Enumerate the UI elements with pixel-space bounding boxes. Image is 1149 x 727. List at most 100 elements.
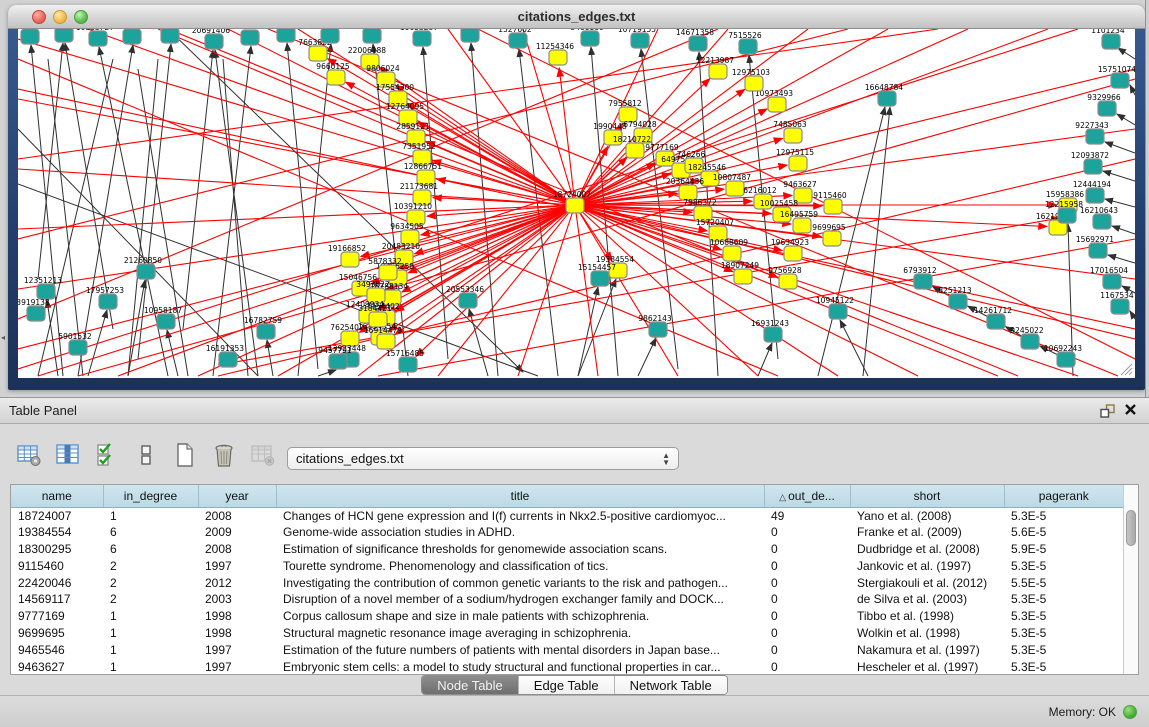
node[interactable]: 10692243 [1044, 344, 1082, 367]
table-cell[interactable]: 1 [103, 608, 198, 625]
selected-node[interactable]: 12975103 [732, 68, 770, 91]
table-cell[interactable]: 2009 [198, 524, 276, 541]
node[interactable]: 5901532 [58, 332, 92, 355]
table-cell[interactable]: 9465546 [11, 641, 103, 658]
delete-table-icon[interactable] [209, 441, 239, 469]
table-cell[interactable]: 2008 [198, 507, 276, 524]
table-cell[interactable]: 2 [103, 591, 198, 608]
table-row[interactable]: 946362711997Embryonic stem cells: a mode… [11, 658, 1123, 675]
selected-node[interactable]: 7955812 [608, 99, 642, 122]
table-scrollbar-thumb[interactable] [1126, 510, 1136, 546]
table-cell[interactable]: Estimation of significance thresholds fo… [276, 541, 764, 558]
table-cell[interactable]: 1 [103, 658, 198, 675]
node[interactable]: 12213907 [42, 29, 80, 42]
column-header-year[interactable]: year [198, 485, 276, 507]
table-row[interactable]: 911546021997Tourette syndrome. Phenomeno… [11, 557, 1123, 574]
selected-node[interactable]: 9115460 [813, 191, 847, 214]
selected-node[interactable]: 19166852 [328, 244, 366, 267]
table-cell[interactable]: 0 [764, 541, 850, 558]
column-header-title[interactable]: title [276, 485, 764, 507]
tab-node-table[interactable]: Node Table [422, 676, 519, 694]
hidden-panel-arrow-icon[interactable]: ◂ [1, 333, 5, 342]
node[interactable]: 15692971 [1076, 235, 1114, 258]
table-cell[interactable]: 1997 [198, 658, 276, 675]
node[interactable]: 19565834 [448, 29, 486, 42]
table-cell[interactable]: 5.6E-5 [1004, 524, 1123, 541]
edge[interactable] [559, 68, 575, 205]
table-cell[interactable]: 0 [764, 574, 850, 591]
table-cell[interactable]: 1 [103, 625, 198, 642]
tab-network-table[interactable]: Network Table [615, 676, 727, 694]
table-cell[interactable]: 0 [764, 625, 850, 642]
node[interactable]: 2405572 [18, 29, 44, 44]
table-cell[interactable]: Nakamura et al. (1997) [850, 641, 1004, 658]
node[interactable]: 10553727 [76, 29, 114, 46]
node[interactable]: 9245022 [1010, 326, 1044, 349]
table-cell[interactable]: 0 [764, 591, 850, 608]
edge[interactable] [346, 82, 575, 205]
table-cell[interactable]: 5.3E-5 [1004, 641, 1123, 658]
set-visible-columns-icon[interactable] [92, 441, 122, 469]
node[interactable]: 15236791 [264, 29, 302, 42]
table-cell[interactable]: 5.3E-5 [1004, 625, 1123, 642]
table-cell[interactable]: 5.3E-5 [1004, 557, 1123, 574]
node[interactable]: 1527602 [498, 29, 532, 48]
network-window-titlebar[interactable]: citations_edges.txt [8, 5, 1145, 29]
tab-edge-table[interactable]: Edge Table [519, 676, 615, 694]
selected-node[interactable]: 12213987 [696, 56, 734, 79]
node[interactable]: 9329966 [1087, 93, 1121, 116]
table-cell[interactable]: 1998 [198, 625, 276, 642]
table-cell[interactable]: Franke et al. (2009) [850, 524, 1004, 541]
table-cell[interactable]: 19384554 [11, 524, 103, 541]
edge[interactable] [840, 320, 868, 376]
node[interactable]: 9862143 [638, 314, 672, 337]
node[interactable]: 9457791 [318, 346, 352, 369]
table-panel-header[interactable]: Table Panel [0, 398, 1149, 424]
node[interactable]: 8466160 [570, 29, 604, 46]
table-cell[interactable]: 18300295 [11, 541, 103, 558]
node[interactable]: 10958187 [144, 306, 182, 329]
close-panel-icon[interactable] [1124, 403, 1137, 416]
node[interactable]: 6793912 [903, 266, 937, 289]
node[interactable]: 16237364 [110, 29, 148, 44]
edge[interactable] [575, 69, 1135, 205]
node[interactable]: 17957253 [86, 286, 124, 309]
selected-node[interactable]: 9660125 [316, 62, 350, 85]
table-cell[interactable]: 2008 [198, 541, 276, 558]
edge[interactable] [421, 205, 575, 235]
table-cell[interactable]: 18724007 [11, 507, 103, 524]
table-row[interactable]: 977716911998Corpus callosum shape and si… [11, 608, 1123, 625]
node[interactable]: 16210643 [1080, 206, 1118, 229]
edge[interactable] [1117, 114, 1135, 125]
table-cell[interactable]: 0 [764, 641, 850, 658]
table-cell[interactable]: 5.3E-5 [1004, 507, 1123, 524]
edge[interactable] [1130, 85, 1135, 95]
edge[interactable] [575, 205, 758, 376]
node[interactable]: 1167534 [1100, 291, 1134, 314]
table-cell[interactable]: 6 [103, 541, 198, 558]
table-row[interactable]: 1938455462009Genome-wide association stu… [11, 524, 1123, 541]
node[interactable]: 12093872 [1071, 151, 1109, 174]
column-header-in_degree[interactable]: in_degree [103, 485, 198, 507]
edge[interactable] [415, 205, 575, 254]
node[interactable]: 10653287 [400, 29, 438, 46]
table-cell[interactable]: 9699695 [11, 625, 103, 642]
table-cell[interactable]: 9463627 [11, 658, 103, 675]
edge[interactable] [1108, 255, 1135, 263]
table-cell[interactable]: Corpus callosum shape and size in male p… [276, 608, 764, 625]
table-row[interactable]: 2242004622012Investigating the contribut… [11, 574, 1123, 591]
table-selector-dropdown[interactable]: citations_edges.txt ▲▼ [287, 447, 679, 470]
node[interactable]: 16931243 [751, 319, 789, 342]
edge[interactable] [416, 205, 575, 356]
table-row[interactable]: 1872400712008Changes of HCN gene express… [11, 507, 1123, 524]
network-canvas[interactable]: 1872400722006188980602417554300127640952… [18, 29, 1135, 378]
table-cell[interactable]: 2 [103, 574, 198, 591]
table-cell[interactable]: 1997 [198, 557, 276, 574]
table-cell[interactable]: Tourette syndrome. Phenomenology and cla… [276, 557, 764, 574]
table-cell[interactable]: 14569117 [11, 591, 103, 608]
table-cell[interactable]: Tibbo et al. (1998) [850, 608, 1004, 625]
network-view-window[interactable]: citations_edges.txt 18724007220061889806… [8, 5, 1145, 390]
edge[interactable] [318, 370, 336, 376]
table-cell[interactable]: 5.3E-5 [1004, 658, 1123, 675]
edge[interactable] [183, 50, 213, 329]
